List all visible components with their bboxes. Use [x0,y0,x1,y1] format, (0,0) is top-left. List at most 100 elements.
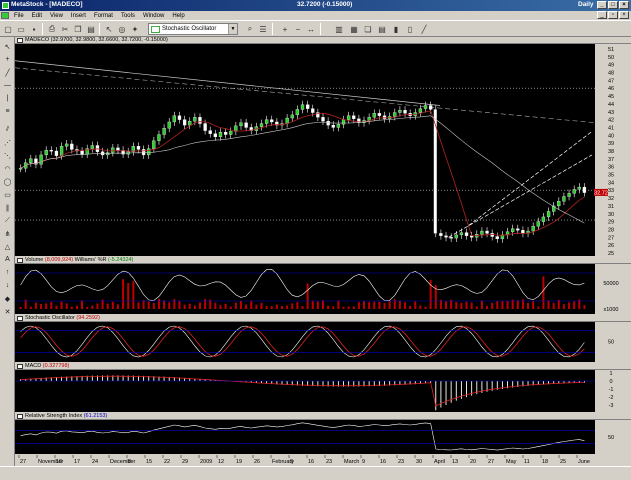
macd-pane-header: MACD (0.327798) [15,363,631,370]
zoom-out-icon[interactable]: − [292,23,304,35]
candle-body [300,104,305,110]
explorer-icon[interactable]: ◎ [116,23,128,35]
vertical-line-icon[interactable]: | [2,93,13,104]
rsi-axis-tick: 50 [608,435,614,441]
candle-body [449,237,453,239]
last-price-label: 32.72 [594,190,608,196]
fibonacci-icon[interactable]: ≡ [2,106,13,117]
crosshair-icon[interactable]: + [2,54,13,65]
candle-body [305,104,310,109]
candle-body [521,230,525,234]
grid-icon[interactable]: ▤ [376,23,388,35]
regression-icon[interactable]: ⟋ [2,215,13,226]
buy-arrow-icon[interactable]: ↑ [2,267,13,278]
candle-body [152,140,156,149]
menu-edit[interactable]: Edit [28,13,46,19]
document-icon[interactable] [1,12,9,19]
menu-window[interactable]: Window [139,13,168,19]
speed-lines-icon[interactable]: ⋰ [2,137,13,148]
open-icon[interactable]: ▭ [15,23,27,35]
maximize-button[interactable]: □ [608,1,618,9]
price-axis-tick: 35 [608,173,614,179]
volume-bar [45,303,48,309]
new-chart-icon[interactable]: ▢ [2,23,14,35]
volume-bar [542,276,545,309]
properties-icon[interactable]: ☰ [257,23,269,35]
line-chart-icon[interactable]: ╱ [418,23,430,35]
volume-bar [568,302,571,309]
volume-bar [229,306,232,309]
price-axis-tick: 34 [608,180,614,186]
copy-icon[interactable]: ❐ [72,23,84,35]
cycle-lines-icon[interactable]: ∥ [2,202,13,213]
candle-body [59,146,64,156]
scroll-icon[interactable]: ↔ [305,23,317,35]
title-bar: MetaStock - [MADECO] 32.7200 (-0.15000) … [0,0,631,11]
arc-icon[interactable]: ◠ [2,163,13,174]
moving-average-slow [20,115,585,224]
candle-body [511,228,515,232]
chevron-down-icon[interactable]: ▼ [228,24,237,34]
candle-body [290,114,294,119]
stop-icon[interactable]: ✕ [2,306,13,317]
pane-separator [15,454,595,455]
bars-icon[interactable]: ▯ [404,23,416,35]
sell-arrow-icon[interactable]: ↓ [2,280,13,291]
cursor-icon[interactable]: ↖ [2,41,13,52]
paste-icon[interactable]: ▤ [85,23,97,35]
volume-bar [137,302,140,309]
volume-bar [301,305,304,309]
minimize-button[interactable]: _ [597,1,607,9]
toolbar: ▢ ▭ ▪ ⎙ ✂ ❐ ▤ ↖ ◎ ✦ Stochastic Oscillato… [0,20,631,37]
tile-icon[interactable]: ▦ [348,23,360,35]
zoom-icon[interactable]: ⌕ [244,23,256,35]
close-button[interactable]: × [619,1,629,9]
menu-format[interactable]: Format [90,13,117,19]
indicator-dropdown[interactable]: Stochastic Oscillator ▼ [148,23,238,35]
channel-icon[interactable]: ⫽ [2,124,13,135]
symbol-icon[interactable]: ◆ [2,293,13,304]
candle-body [229,131,233,135]
candle-body [418,108,423,113]
layout-icon[interactable]: ▥ [333,23,345,35]
doc-restore-button[interactable]: ▫ [608,11,618,19]
menu-file[interactable]: File [10,13,28,19]
gann-fan-icon[interactable]: ⋱ [2,150,13,161]
cut-icon[interactable]: ✂ [59,23,71,35]
candle-body [44,150,48,156]
chart-window[interactable]: 51 50 49 48 47 46 45 44 43 42 41 40 39 38 37 36 35 34 33 32… [15,37,631,466]
candle-body [582,186,587,193]
zoom-in-icon[interactable]: + [279,23,291,35]
price-axis-tick: 47 [608,78,614,84]
text-icon[interactable]: A [2,254,13,265]
volume-bar [337,300,340,309]
x-axis-tick: 11 [524,459,530,465]
volume-bar [91,305,94,309]
candle-body [198,117,202,124]
menu-tools[interactable]: Tools [117,13,139,19]
save-icon[interactable]: ▪ [28,23,40,35]
pointer-icon[interactable]: ↖ [103,23,115,35]
candle-body [454,234,458,239]
menu-insert[interactable]: Insert [67,13,90,19]
doc-close-button[interactable]: × [619,11,629,19]
menu-view[interactable]: View [46,13,67,19]
candles-icon[interactable]: ▮ [390,23,402,35]
trendline-icon[interactable]: ╱ [2,67,13,78]
ellipse-icon[interactable]: ◯ [2,176,13,187]
andrews-pitchfork-icon[interactable]: ⋔ [2,228,13,239]
rectangle-icon[interactable]: ▭ [2,189,13,200]
candle-body [531,226,535,232]
price-axis-tick: 42 [608,118,614,124]
menu-help[interactable]: Help [168,13,188,19]
cascade-icon[interactable]: ❏ [362,23,374,35]
doc-minimize-button[interactable]: _ [597,11,607,19]
print-icon[interactable]: ⎙ [46,23,58,35]
horizontal-line-icon[interactable]: — [2,80,13,91]
x-axis-tick: 9 [290,459,293,465]
chart-canvas[interactable]: 5150494847464544434241403938373635343332… [15,37,631,466]
candle-body [346,115,351,120]
expert-icon[interactable]: ✦ [129,23,141,35]
stochastic-pane-value: (94.2592) [76,315,100,321]
triangle-icon[interactable]: △ [2,241,13,252]
